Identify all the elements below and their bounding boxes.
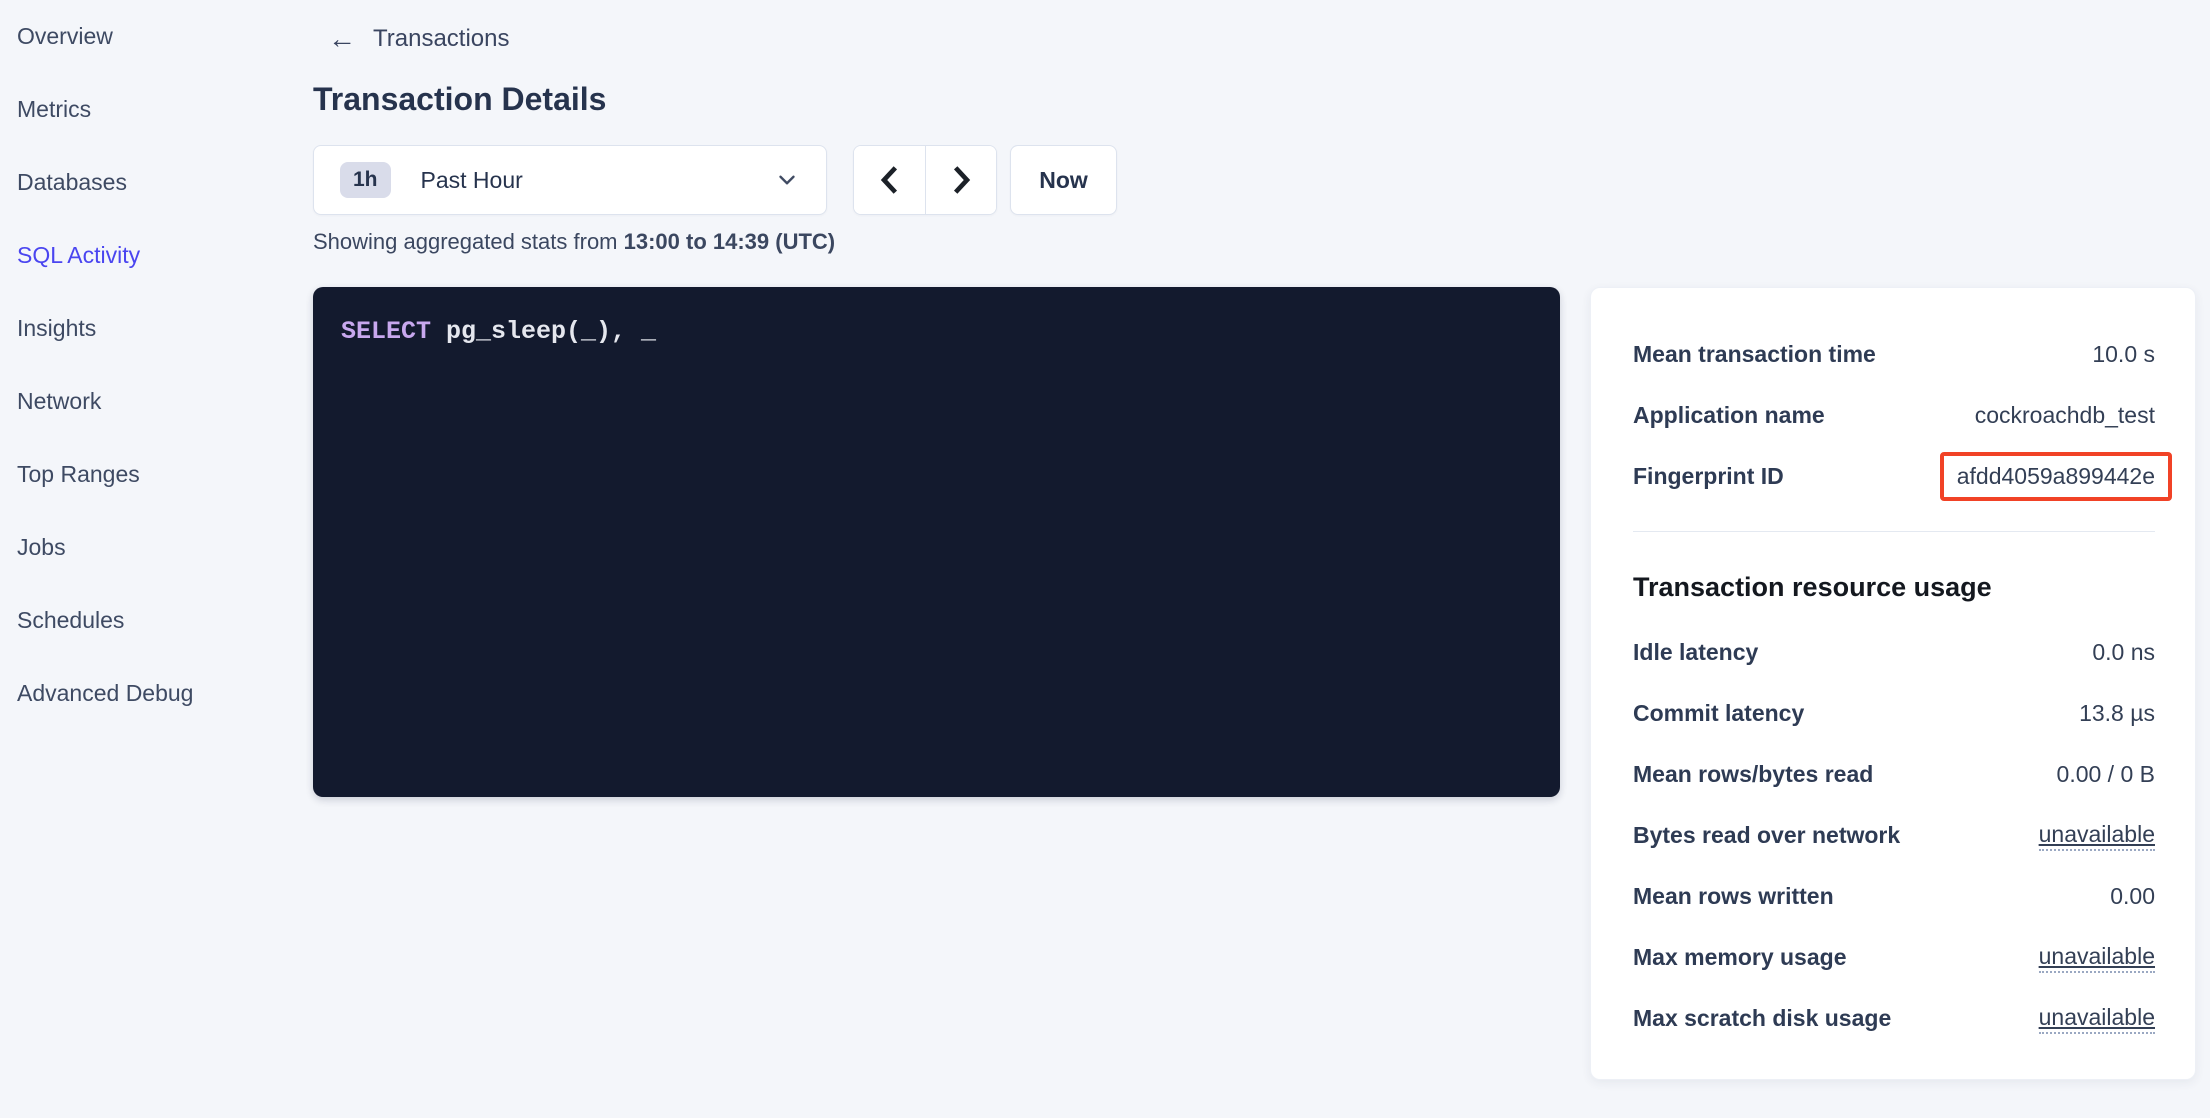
now-button[interactable]: Now	[1010, 145, 1117, 215]
details-body: SELECT pg_sleep(_), _ Mean transaction t…	[313, 287, 2210, 1080]
next-time-button[interactable]	[925, 146, 996, 214]
time-range-label: Past Hour	[421, 167, 774, 194]
time-controls: 1h Past Hour	[313, 145, 2210, 215]
sidebar-item-schedules[interactable]: Schedules	[0, 584, 313, 657]
resource-usage-heading: Transaction resource usage	[1633, 552, 2155, 622]
aggregated-stats-caption: Showing aggregated stats from 13:00 to 1…	[313, 229, 2210, 255]
stat-value-unavailable: unavailable	[2039, 821, 2155, 851]
breadcrumb-transactions-link[interactable]: Transactions	[373, 25, 510, 53]
sql-keyword: SELECT	[341, 317, 431, 346]
chevron-left-icon	[872, 161, 908, 199]
stat-row-max-memory-usage: Max memory usage unavailable	[1633, 927, 2155, 988]
caption-time-range: 13:00 to 14:39 (UTC)	[624, 229, 836, 254]
sidebar: Overview Metrics Databases SQL Activity …	[0, 0, 313, 1118]
breadcrumb: ← Transactions	[328, 25, 2210, 53]
stat-row-fingerprint-id: Fingerprint ID afdd4059a899442e	[1633, 446, 2155, 507]
sidebar-item-top-ranges[interactable]: Top Ranges	[0, 438, 313, 511]
time-range-badge: 1h	[340, 162, 391, 198]
sidebar-item-jobs[interactable]: Jobs	[0, 511, 313, 584]
sidebar-item-overview[interactable]: Overview	[0, 0, 313, 73]
stat-label: Application name	[1633, 402, 1825, 429]
stat-value-unavailable: unavailable	[2039, 943, 2155, 973]
prev-time-button[interactable]	[854, 146, 925, 214]
time-range-select[interactable]: 1h Past Hour	[313, 145, 827, 215]
stat-label: Commit latency	[1633, 700, 1804, 727]
stat-label: Idle latency	[1633, 639, 1758, 666]
stat-row-mean-rows-written: Mean rows written 0.00	[1633, 866, 2155, 927]
sql-body: pg_sleep(_), _	[431, 317, 656, 346]
chevron-down-icon	[774, 167, 800, 193]
stat-row-mean-rows-bytes-read: Mean rows/bytes read 0.00 / 0 B	[1633, 744, 2155, 805]
stat-label: Bytes read over network	[1633, 822, 1900, 849]
sidebar-item-network[interactable]: Network	[0, 365, 313, 438]
fingerprint-highlight: afdd4059a899442e	[1940, 452, 2172, 501]
sql-statement: SELECT pg_sleep(_), _	[341, 318, 1532, 346]
time-pager	[853, 145, 997, 215]
main-content: ← Transactions Transaction Details 1h Pa…	[313, 0, 2210, 1118]
card-divider	[1633, 531, 2155, 532]
stat-row-commit-latency: Commit latency 13.8 µs	[1633, 683, 2155, 744]
stat-value: cockroachdb_test	[1975, 402, 2155, 429]
back-arrow-icon[interactable]: ←	[328, 25, 356, 53]
stat-value: 13.8 µs	[2079, 700, 2155, 727]
stat-value: 0.00 / 0 B	[2057, 761, 2155, 788]
stat-row-bytes-read-over-network: Bytes read over network unavailable	[1633, 805, 2155, 866]
stat-row-application-name: Application name cockroachdb_test	[1633, 385, 2155, 446]
sql-statement-box: SELECT pg_sleep(_), _	[313, 287, 1560, 797]
stat-label: Max memory usage	[1633, 944, 1846, 971]
stat-value-unavailable: unavailable	[2039, 1004, 2155, 1034]
sidebar-item-sql-activity[interactable]: SQL Activity	[0, 219, 313, 292]
sidebar-item-databases[interactable]: Databases	[0, 146, 313, 219]
stat-label: Mean rows/bytes read	[1633, 761, 1873, 788]
stat-row-idle-latency: Idle latency 0.0 ns	[1633, 622, 2155, 683]
stat-row-max-scratch-disk-usage: Max scratch disk usage unavailable	[1633, 988, 2155, 1049]
stat-row-mean-transaction-time: Mean transaction time 10.0 s	[1633, 324, 2155, 385]
stat-label: Mean rows written	[1633, 883, 1834, 910]
transaction-stats-card: Mean transaction time 10.0 s Application…	[1590, 287, 2196, 1080]
stat-label: Mean transaction time	[1633, 341, 1876, 368]
stat-value: 0.0 ns	[2092, 639, 2155, 666]
stat-label: Fingerprint ID	[1633, 463, 1784, 490]
sidebar-item-metrics[interactable]: Metrics	[0, 73, 313, 146]
stat-value: 10.0 s	[2092, 341, 2155, 368]
sidebar-item-advanced-debug[interactable]: Advanced Debug	[0, 657, 313, 730]
app-root: Overview Metrics Databases SQL Activity …	[0, 0, 2210, 1118]
stat-value: 0.00	[2110, 883, 2155, 910]
page-title: Transaction Details	[313, 81, 2210, 118]
sidebar-item-insights[interactable]: Insights	[0, 292, 313, 365]
chevron-right-icon	[943, 161, 979, 199]
stat-label: Max scratch disk usage	[1633, 1005, 1891, 1032]
caption-prefix: Showing aggregated stats from	[313, 229, 624, 254]
